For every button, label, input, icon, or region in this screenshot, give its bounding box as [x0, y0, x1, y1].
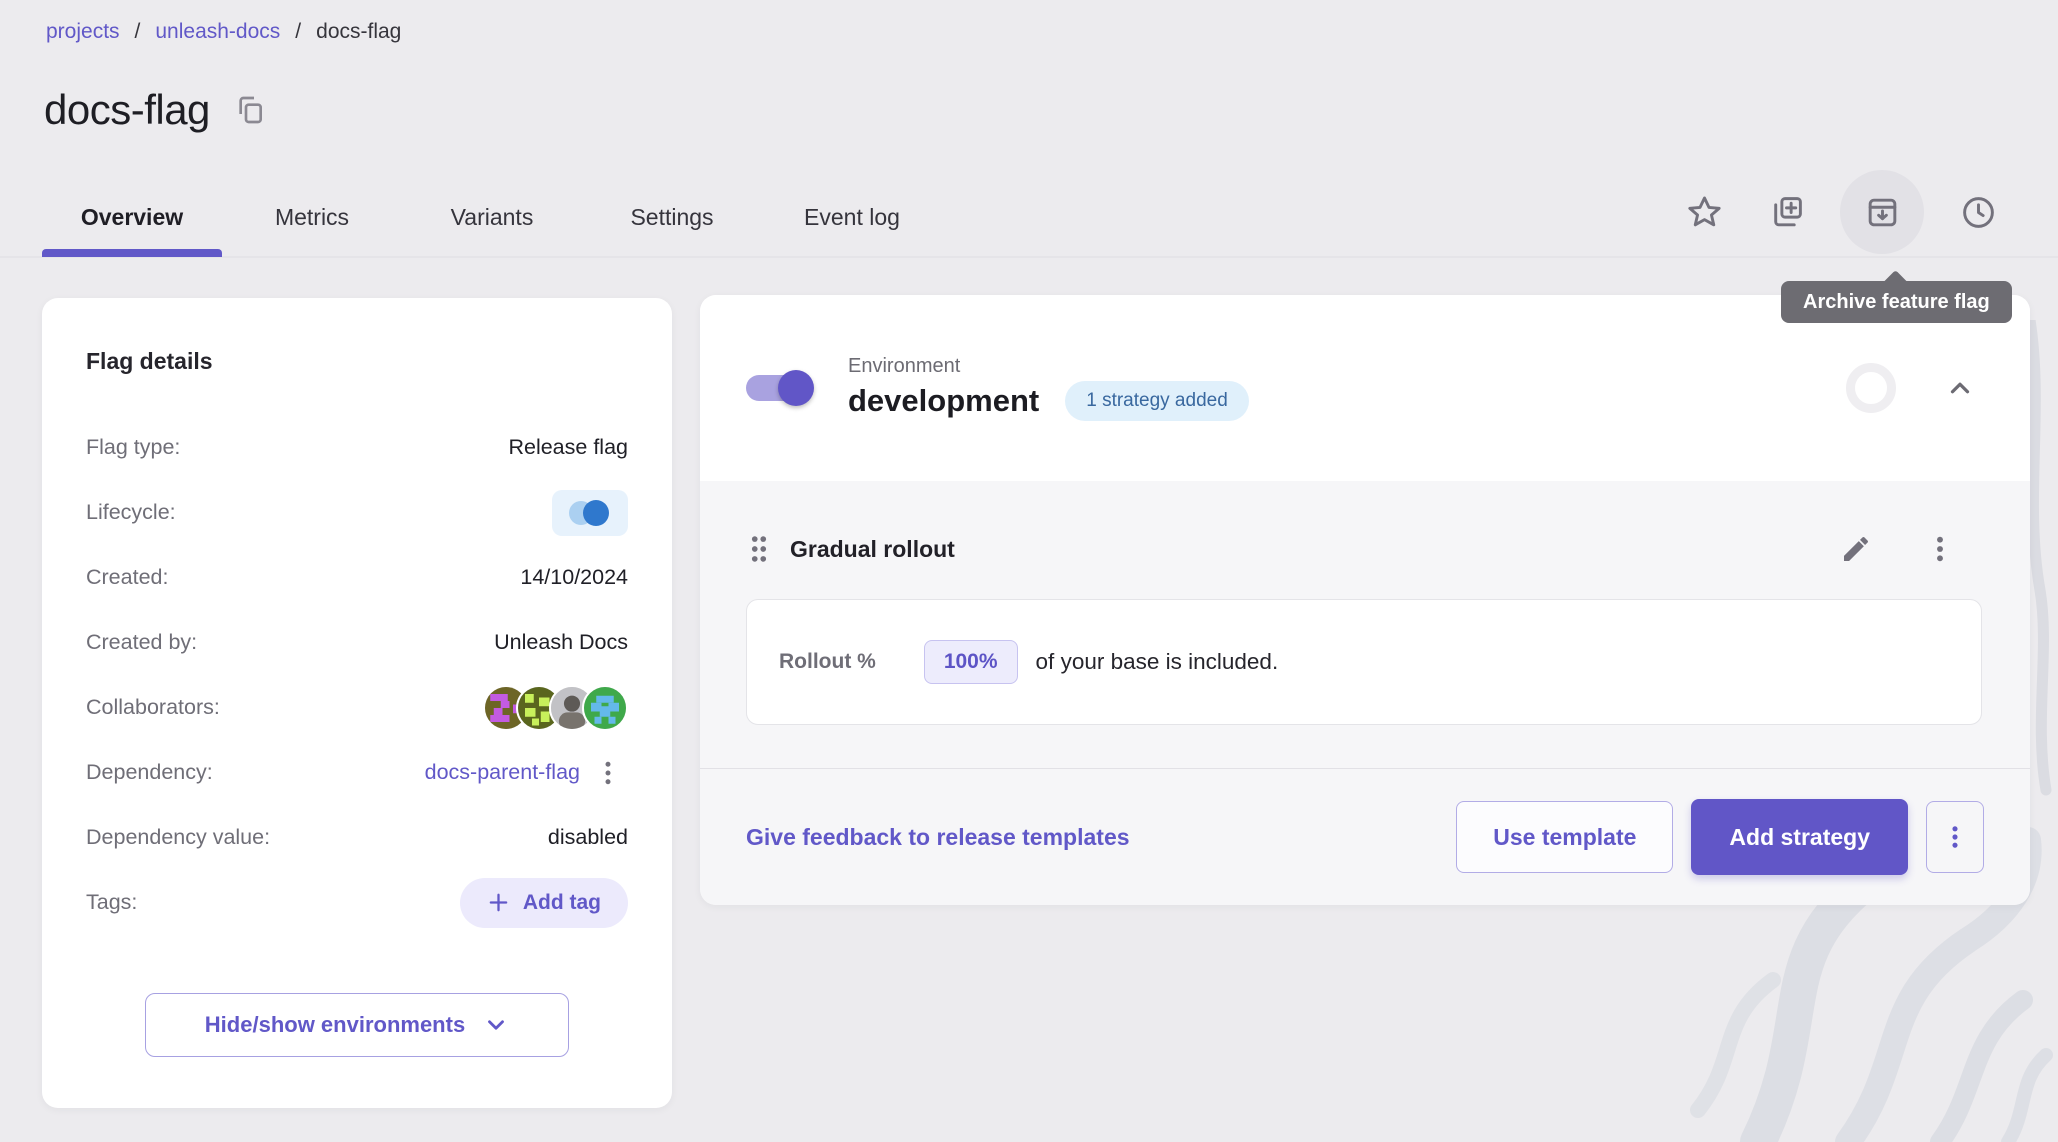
lifecycle-stage-icon-active: [583, 500, 609, 526]
flag-type-label: Flag type:: [86, 435, 180, 460]
tags-row: Tags: Add tag: [86, 870, 628, 935]
strategy-count-badge: 1 strategy added: [1065, 381, 1249, 421]
add-tag-label: Add tag: [523, 891, 601, 915]
chevron-down-icon: [483, 1012, 509, 1038]
add-strategy-button[interactable]: Add strategy: [1691, 799, 1908, 875]
collaborator-avatars: [483, 685, 628, 731]
flag-type-row: Flag type: Release flag: [86, 415, 628, 480]
tab-metrics[interactable]: Metrics: [222, 178, 402, 256]
dependency-value-row: Dependency value: disabled: [86, 805, 628, 870]
star-icon: [1686, 194, 1723, 231]
pencil-icon: [1840, 533, 1872, 565]
page-title: docs-flag: [44, 86, 210, 134]
breadcrumb-current: docs-flag: [316, 20, 401, 44]
strategy-header: Gradual rollout: [746, 525, 1982, 573]
dependency-value: disabled: [548, 825, 628, 850]
created-by-label: Created by:: [86, 630, 197, 655]
archive-icon: [1864, 194, 1901, 231]
tab-bar: Overview Metrics Variants Settings Event…: [42, 178, 942, 256]
dependency-row: Dependency: docs-parent-flag: [86, 740, 628, 805]
breadcrumb-separator: /: [295, 20, 301, 44]
add-tag-button[interactable]: Add tag: [460, 878, 628, 928]
use-template-button[interactable]: Use template: [1456, 801, 1673, 873]
metrics-ring: [1846, 363, 1896, 413]
toggle-thumb: [778, 370, 814, 406]
copy-feature-flag-button[interactable]: [1758, 184, 1814, 240]
tabs-divider: [0, 256, 2058, 258]
hide-show-environments-label: Hide/show environments: [205, 1012, 465, 1038]
environment-panel: Environment development 1 strategy added…: [700, 295, 2030, 905]
created-by-row: Created by: Unleash Docs: [86, 610, 628, 675]
chevron-up-icon: [1945, 373, 1975, 403]
strategy-menu-button[interactable]: [1920, 527, 1960, 571]
archive-feature-flag-button[interactable]: [1840, 170, 1924, 254]
event-history-button[interactable]: [1950, 184, 2006, 240]
clock-icon: [1960, 194, 1997, 231]
tags-label: Tags:: [86, 890, 137, 915]
flag-type-value: Release flag: [508, 435, 628, 460]
copy-flag-name-button[interactable]: [234, 94, 266, 126]
archive-tooltip: Archive feature flag: [1781, 281, 2012, 323]
strategy-title: Gradual rollout: [790, 536, 955, 563]
page-title-row: docs-flag: [44, 86, 266, 134]
lifecycle-row: Lifecycle:: [86, 480, 628, 545]
plus-icon: [487, 891, 510, 914]
created-label: Created:: [86, 565, 168, 590]
strategy-drag-handle[interactable]: [740, 525, 778, 573]
edit-strategy-button[interactable]: [1836, 527, 1876, 571]
flag-details-card: Flag details Flag type: Release flag Lif…: [42, 298, 672, 1108]
kebab-icon: [1924, 533, 1956, 565]
breadcrumb-link-projects[interactable]: projects: [46, 20, 120, 44]
lifecycle-label: Lifecycle:: [86, 500, 176, 525]
tab-settings[interactable]: Settings: [582, 178, 762, 256]
tab-variants[interactable]: Variants: [402, 178, 582, 256]
breadcrumb: projects / unleash-docs / docs-flag: [46, 20, 401, 44]
tab-event-log[interactable]: Event log: [762, 178, 942, 256]
kebab-icon: [593, 758, 623, 788]
environment-footer: Give feedback to release templates Use t…: [700, 768, 2030, 905]
environment-label: Environment: [848, 355, 1249, 378]
hide-show-environments-button[interactable]: Hide/show environments: [145, 993, 569, 1057]
lifecycle-stage-chip[interactable]: [552, 490, 628, 536]
rollout-value-badge: 100%: [924, 640, 1018, 684]
dependency-menu-button[interactable]: [588, 751, 628, 795]
drag-dots-icon: [742, 529, 776, 569]
flag-details-rows: Flag type: Release flag Lifecycle: Creat…: [86, 415, 628, 935]
environment-menu-button[interactable]: [1926, 801, 1984, 873]
rollout-description: of your base is included.: [1036, 649, 1279, 675]
favorite-button[interactable]: [1676, 184, 1732, 240]
active-tab-indicator: [42, 249, 222, 257]
breadcrumb-separator: /: [135, 20, 141, 44]
copy-icon: [234, 94, 266, 126]
environment-name: development: [848, 383, 1039, 419]
collaborators-row: Collaborators:: [86, 675, 628, 740]
kebab-icon: [1941, 823, 1969, 851]
rollout-summary-box: Rollout % 100% of your base is included.: [746, 599, 1982, 725]
created-row: Created: 14/10/2024: [86, 545, 628, 610]
collaborators-label: Collaborators:: [86, 695, 220, 720]
flag-toolbar: [1676, 170, 2006, 254]
copy-plus-icon: [1768, 194, 1805, 231]
breadcrumb-link-project[interactable]: unleash-docs: [155, 20, 280, 44]
avatar: [582, 685, 628, 731]
flag-details-title: Flag details: [86, 298, 628, 375]
environment-toggle[interactable]: [746, 375, 810, 401]
dependency-value-label: Dependency value:: [86, 825, 270, 850]
dependency-link[interactable]: docs-parent-flag: [425, 760, 580, 785]
dependency-label: Dependency:: [86, 760, 213, 785]
created-value: 14/10/2024: [520, 565, 628, 590]
rollout-label: Rollout %: [779, 650, 876, 674]
strategy-section: Gradual rollout Rollout % 100% of your b…: [700, 481, 2030, 725]
tab-overview[interactable]: Overview: [42, 178, 222, 256]
collapse-environment-button[interactable]: [1938, 366, 1982, 410]
release-templates-feedback-link[interactable]: Give feedback to release templates: [746, 824, 1130, 851]
created-by-value: Unleash Docs: [494, 630, 628, 655]
